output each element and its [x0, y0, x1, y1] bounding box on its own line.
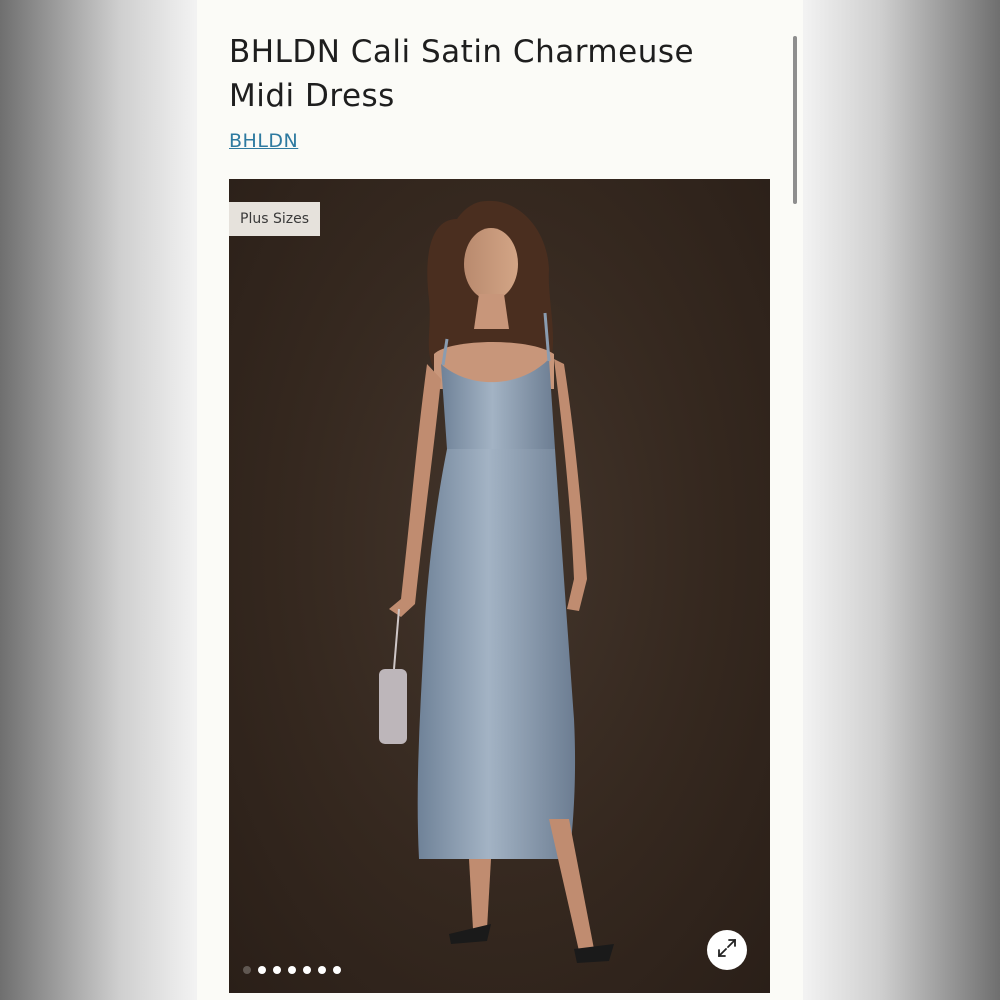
carousel-dot-2[interactable]	[258, 966, 266, 974]
product-page: BHLDN Cali Satin Charmeuse Midi Dress BH…	[197, 0, 803, 1000]
carousel-dot-4[interactable]	[288, 966, 296, 974]
carousel-dot-1[interactable]	[243, 966, 251, 974]
expand-arrows-icon	[716, 937, 738, 963]
product-title-line-2: Midi Dress	[229, 78, 395, 114]
plus-sizes-badge: Plus Sizes	[229, 202, 320, 236]
product-photo	[379, 200, 614, 963]
product-title: BHLDN Cali Satin Charmeuse Midi Dress	[229, 30, 769, 118]
expand-image-button[interactable]	[707, 930, 747, 970]
brand-link[interactable]: BHLDN	[229, 130, 298, 152]
carousel-dot-6[interactable]	[318, 966, 326, 974]
scrollbar[interactable]	[793, 36, 797, 204]
product-title-line-1: BHLDN Cali Satin Charmeuse	[229, 34, 695, 70]
carousel-dot-7[interactable]	[333, 966, 341, 974]
carousel-dots	[243, 966, 341, 974]
carousel-dot-3[interactable]	[273, 966, 281, 974]
product-image-gallery[interactable]: Plus Sizes	[229, 179, 770, 993]
carousel-dot-5[interactable]	[303, 966, 311, 974]
